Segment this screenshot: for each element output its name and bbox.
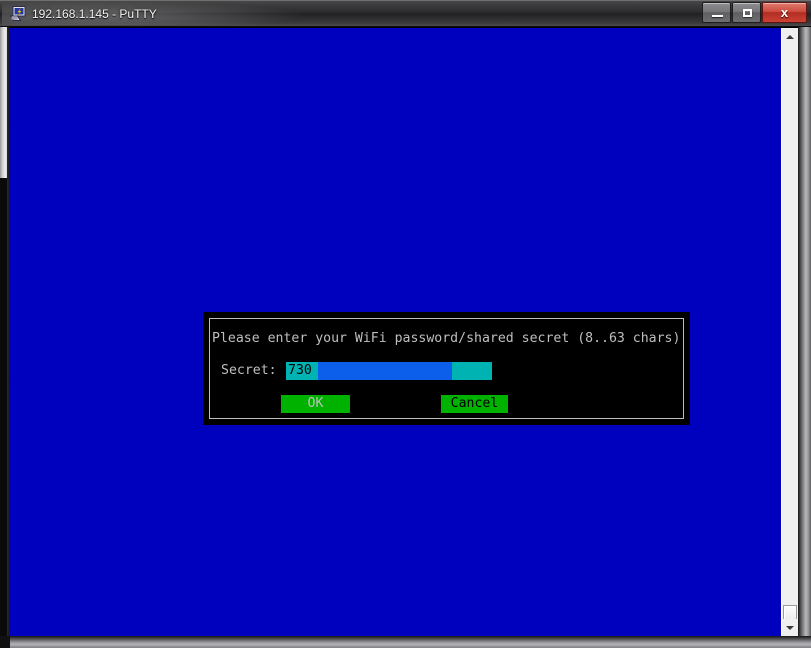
window-border-right	[798, 27, 811, 648]
window-controls: x	[701, 2, 807, 23]
chevron-up-icon	[786, 34, 794, 39]
secret-input[interactable]: 730	[286, 362, 492, 380]
window-border-bottom	[0, 636, 811, 648]
scrollbar-up-button[interactable]	[782, 28, 798, 45]
ok-button[interactable]: OK	[281, 395, 350, 413]
close-button[interactable]: x	[762, 2, 807, 23]
dialog-prompt-text: Please enter your WiFi password/shared s…	[212, 331, 681, 346]
window-border-bottom-left	[0, 636, 10, 648]
secret-input-value: 730	[288, 363, 312, 378]
terminal-scrollbar[interactable]	[781, 28, 798, 636]
minimize-button[interactable]	[702, 2, 731, 23]
cancel-button[interactable]: Cancel	[441, 395, 508, 413]
close-icon: x	[780, 5, 789, 20]
title-bar[interactable]: 192.168.1.145 - PuTTY x	[0, 0, 811, 27]
maximize-button[interactable]	[732, 2, 761, 23]
putty-window: 192.168.1.145 - PuTTY x Please enter you…	[0, 0, 811, 648]
secret-input-fill	[318, 362, 452, 380]
putty-icon	[9, 6, 26, 21]
window-title: 192.168.1.145 - PuTTY	[32, 7, 157, 21]
scrollbar-down-button[interactable]	[782, 619, 798, 636]
secret-field-label: Secret:	[221, 363, 277, 378]
maximize-icon	[743, 9, 752, 17]
chevron-down-icon	[786, 625, 794, 630]
terminal-screen[interactable]: Please enter your WiFi password/shared s…	[10, 28, 788, 636]
minimize-icon	[712, 15, 723, 17]
